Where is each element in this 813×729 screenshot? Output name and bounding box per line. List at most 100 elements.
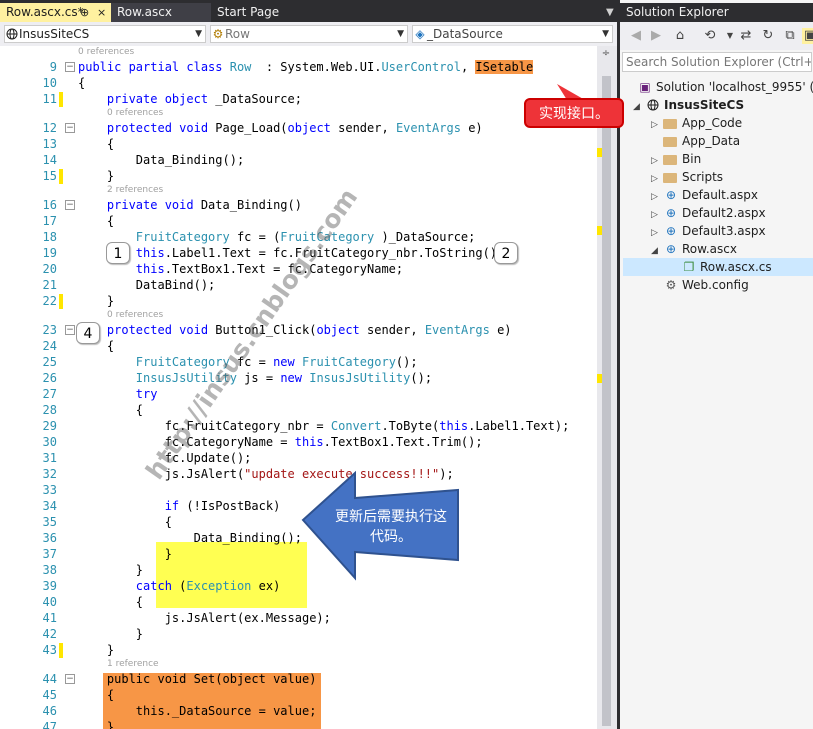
code-token: } — [78, 563, 144, 577]
reference-count-text[interactable]: 2 references — [107, 184, 163, 197]
code-text[interactable]: } — [78, 626, 143, 642]
code-text[interactable]: this._DataSource = value; — [78, 703, 317, 719]
editor-vertical-scrollbar[interactable]: ÷ — [597, 46, 617, 729]
project-dropdown[interactable]: InsusSiteCS ▼ — [4, 25, 206, 43]
code-text[interactable]: } — [78, 642, 114, 658]
home-icon[interactable]: ⌂ — [672, 28, 688, 44]
code-text[interactable]: InsusJsUtility js = new InsusJsUtility()… — [78, 370, 432, 386]
code-text[interactable]: protected void Button1_Click(object send… — [78, 322, 512, 338]
collapse-icon[interactable]: − — [65, 123, 75, 133]
tree-node-row-ascx[interactable]: ◢ ⊕ Row.ascx — [651, 240, 737, 258]
change-indicator — [59, 169, 63, 184]
collapse-all-icon[interactable]: ⧉ — [782, 28, 798, 44]
sync-icon[interactable]: ⇄ — [738, 28, 754, 44]
back-icon[interactable]: ◀ — [628, 28, 644, 44]
expanded-icon[interactable]: ◢ — [651, 242, 663, 260]
member-dropdown[interactable]: ◈ _DataSource ▼ — [412, 25, 613, 43]
code-line: 22 } — [0, 293, 597, 309]
pin-icon[interactable]: ⊕ — [80, 3, 89, 22]
split-icon[interactable]: ÷ — [600, 48, 612, 60]
tree-node-project[interactable]: ◢ InsusSiteCS — [633, 96, 744, 114]
collapse-icon[interactable]: − — [65, 200, 75, 210]
code-text[interactable]: this.TextBox1.Text = fc.CategoryName; — [78, 261, 403, 277]
tab-row-ascx[interactable]: Row.ascx — [111, 3, 211, 22]
code-text[interactable]: fc.FruitCategory_nbr = Convert.ToByte(th… — [78, 418, 570, 434]
code-text[interactable]: private object _DataSource; — [78, 91, 302, 107]
tree-node-default3-aspx[interactable]: ▷ ⊕ Default3.aspx — [651, 222, 766, 240]
tree-node-app-code[interactable]: ▷ App_Code — [651, 114, 742, 132]
code-text[interactable]: protected void Page_Load(object sender, … — [78, 120, 483, 136]
code-text[interactable]: { — [78, 687, 114, 703]
code-line: 32 js.JsAlert("update execute success!!!… — [0, 466, 597, 482]
tree-node-solution[interactable]: ▣Solution 'localhost_9955' (1 pro — [625, 78, 813, 96]
show-all-files-icon[interactable]: ▣ — [802, 28, 813, 44]
reference-count-text[interactable]: 0 references — [107, 309, 163, 322]
code-token: InsusJsUtility — [309, 371, 411, 385]
tree-node-bin[interactable]: ▷ Bin — [651, 150, 701, 168]
code-text[interactable]: fc.CategoryName = this.TextBox1.Text.Tri… — [78, 434, 483, 450]
code-text[interactable]: if (!IsPostBack) — [78, 498, 281, 514]
solution-icon: ▣ — [639, 80, 651, 94]
tree-node-default2-aspx[interactable]: ▷ ⊕ Default2.aspx — [651, 204, 766, 222]
code-text[interactable]: { — [78, 213, 114, 229]
code-text[interactable]: public partial class Row : System.Web.UI… — [78, 59, 534, 75]
code-line: 38 } — [0, 562, 597, 578]
code-text[interactable]: { — [78, 594, 143, 610]
line-number: 40 — [42, 595, 57, 609]
code-text[interactable]: { — [78, 402, 143, 418]
class-dropdown[interactable]: ⚙ Row ▼ — [210, 25, 408, 43]
expanded-icon[interactable]: ◢ — [633, 98, 645, 116]
code-text[interactable]: FruitCategory fc = (FruitCategory )_Data… — [78, 229, 476, 245]
tree-node-default-aspx[interactable]: ▷ ⊕ Default.aspx — [651, 186, 758, 204]
code-text[interactable]: DataBind(); — [78, 277, 215, 293]
code-line: 42 } — [0, 626, 597, 642]
code-token: { — [78, 515, 172, 529]
reference-count-text[interactable]: 0 references — [107, 107, 163, 120]
code-text[interactable]: catch (Exception ex) — [78, 578, 281, 594]
code-line: 10 { — [0, 75, 597, 91]
scroll-thumb[interactable] — [602, 76, 611, 726]
history-icon[interactable]: ⟲ — [702, 28, 718, 44]
collapse-icon[interactable]: − — [65, 325, 75, 335]
config-icon: ⚙ — [665, 278, 677, 292]
callout-implement-interface: 实现接口。 — [524, 98, 624, 128]
code-text[interactable]: try — [78, 386, 158, 402]
code-text[interactable]: private void Data_Binding() — [78, 197, 302, 213]
code-text[interactable]: } — [78, 562, 143, 578]
refresh-icon[interactable]: ↻ — [760, 28, 776, 44]
collapse-icon[interactable]: − — [65, 674, 75, 684]
code-text[interactable]: } — [78, 546, 172, 562]
code-text[interactable]: { — [78, 514, 172, 530]
tree-node-web-config[interactable]: ⚙ Web.config — [651, 276, 749, 294]
code-text[interactable]: Data_Binding(); — [78, 152, 244, 168]
reference-count-text[interactable]: 1 reference — [107, 658, 159, 671]
code-token: FruitCategory — [135, 230, 230, 244]
code-text[interactable]: } — [78, 719, 114, 729]
code-text[interactable]: { — [78, 136, 114, 152]
code-line: 27 try — [0, 386, 597, 402]
tab-row-ascx-cs[interactable]: Row.ascx.cs* ⊕ × — [0, 3, 111, 22]
forward-icon[interactable]: ▶ — [648, 28, 664, 44]
code-editor[interactable]: 0 references 9− public partial class Row :… — [0, 46, 597, 729]
tree-node-app-data[interactable]: App_Data — [651, 132, 740, 150]
interface-name-highlight: ISetable — [475, 60, 534, 74]
code-text[interactable]: { — [78, 75, 85, 91]
code-token: this._DataSource = value; — [78, 704, 317, 718]
tree-node-row-ascx-cs[interactable]: ❐ Row.ascx.cs — [669, 258, 772, 276]
code-text[interactable]: } — [78, 168, 114, 184]
code-token: .ToByte( — [381, 419, 440, 433]
collapse-icon[interactable]: − — [65, 62, 75, 72]
code-text[interactable]: } — [78, 293, 114, 309]
tab-start-page[interactable]: Start Page — [211, 3, 311, 22]
reference-count-text[interactable]: 0 references — [78, 46, 134, 59]
code-text[interactable]: public void Set(object value) — [78, 671, 317, 687]
close-icon[interactable]: × — [97, 3, 106, 22]
code-text[interactable]: js.JsAlert(ex.Message); — [78, 610, 331, 626]
code-token: } — [78, 547, 172, 561]
tree-node-scripts[interactable]: ▷ Scripts — [651, 168, 723, 186]
chevron-down-icon[interactable]: ▼ — [722, 28, 738, 44]
code-line: 44− public void Set(object value) — [0, 671, 597, 687]
code-text[interactable]: Data_Binding(); — [78, 530, 302, 546]
solution-explorer-search-input[interactable]: Search Solution Explorer (Ctrl+;) — [622, 52, 812, 72]
